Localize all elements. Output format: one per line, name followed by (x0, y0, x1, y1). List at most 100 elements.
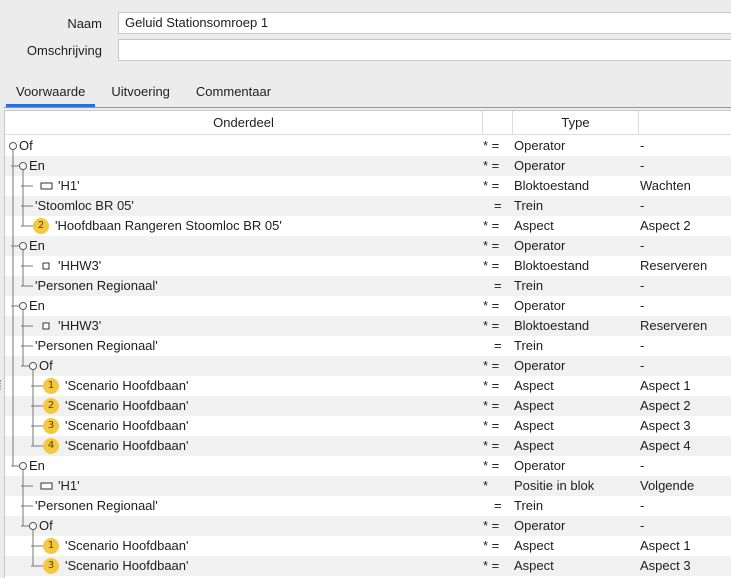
condition-label: 'H1' (58, 478, 80, 493)
cell-onderdeel: 'HHW3' (5, 316, 483, 336)
cell-onderdeel: En (5, 156, 483, 176)
cell-onderdeel: 3 'Scenario Hoofdbaan' (5, 416, 483, 436)
cell-onderdeel: 2 'Hoofdbaan Rangeren Stoomloc BR 05' (5, 216, 483, 236)
table-row[interactable]: En * = Operator - (5, 456, 731, 476)
cell-onderdeel: En (5, 456, 483, 476)
cell-onderdeel: 'H1' (5, 176, 483, 196)
cell-onderdeel: Of (5, 516, 483, 536)
table-row[interactable]: 3 'Scenario Hoofdbaan' * = Aspect Aspect 3 (5, 416, 731, 436)
cell-value: - (640, 338, 645, 353)
cell-value: - (640, 458, 645, 473)
table-row[interactable]: En * = Operator - (5, 236, 731, 256)
table-row[interactable]: 1 'Scenario Hoofdbaan' * = Aspect Aspect 1 (5, 376, 731, 396)
cell-value: - (640, 298, 645, 313)
cell-type: Bloktoestand (514, 178, 590, 193)
condition-table: Onderdeel Type Of * = Operator - En * = Operat… (4, 110, 731, 578)
cell-onderdeel: En (5, 236, 483, 256)
operator-node-label: En (29, 458, 45, 473)
cell-value: Aspect 2 (640, 398, 691, 413)
cell-compare: * = (483, 438, 500, 453)
resize-handle[interactable] (0, 380, 2, 390)
cell-compare: * = (483, 518, 500, 533)
condition-label: 'Stoomloc BR 05' (35, 198, 134, 213)
condition-label: 'H1' (58, 178, 80, 193)
cell-compare: * = (483, 318, 500, 333)
cell-onderdeel: 4 'Scenario Hoofdbaan' (5, 436, 483, 456)
table-row[interactable]: En * = Operator - (5, 296, 731, 316)
cell-value: - (640, 238, 645, 253)
naam-input[interactable]: Geluid Stationsomroep 1 (118, 12, 731, 34)
aspect-number-badge: 1 (43, 378, 59, 394)
cell-onderdeel: 'Personen Regionaal' (5, 276, 483, 296)
cell-value: - (640, 138, 645, 153)
cell-onderdeel: 'H1' (5, 476, 483, 496)
cell-value: - (640, 198, 645, 213)
cell-type: Operator (514, 298, 566, 313)
table-row[interactable]: 4 'Scenario Hoofdbaan' * = Aspect Aspect 4 (5, 436, 731, 456)
cell-compare: * = (483, 298, 500, 313)
tab-voorwaarde[interactable]: Voorwaarde (6, 80, 96, 107)
cell-value: Aspect 4 (640, 438, 691, 453)
column-header-type[interactable]: Type (513, 111, 639, 135)
tab-uitvoering[interactable]: Uitvoering (101, 80, 180, 106)
operator-node-label: Of (39, 518, 53, 533)
cell-value: - (640, 158, 645, 173)
table-row[interactable]: Of * = Operator - (5, 356, 731, 376)
cell-compare: * = (483, 358, 500, 373)
cell-type: Aspect (514, 398, 554, 413)
aspect-number-badge: 2 (43, 398, 59, 414)
cell-compare: * = (483, 538, 500, 553)
table-row[interactable]: Of * = Operator - (5, 516, 731, 536)
table-row[interactable]: 'HHW3' * = Bloktoestand Reserveren (5, 316, 731, 336)
cell-type: Positie in blok (514, 478, 595, 493)
condition-label: 'Scenario Hoofdbaan' (65, 378, 189, 393)
cell-value: Aspect 1 (640, 378, 691, 393)
aspect-number-badge: 4 (43, 438, 59, 454)
table-row[interactable]: En * = Operator - (5, 156, 731, 176)
table-row[interactable]: 'HHW3' * = Bloktoestand Reserveren (5, 256, 731, 276)
cell-compare: = (494, 498, 502, 513)
cell-compare: * = (483, 558, 500, 573)
cell-compare: * = (483, 238, 500, 253)
table-row[interactable]: 'Personen Regionaal' = Trein - (5, 496, 731, 516)
condition-label: 'Scenario Hoofdbaan' (65, 538, 189, 553)
table-row[interactable]: 1 'Scenario Hoofdbaan' * = Aspect Aspect 1 (5, 536, 731, 556)
cell-compare: * = (483, 398, 500, 413)
aspect-number-badge: 1 (43, 538, 59, 554)
condition-label: 'Personen Regionaal' (35, 338, 158, 353)
column-header-operator[interactable] (483, 111, 513, 135)
cell-type: Trein (514, 198, 544, 213)
cell-type: Bloktoestand (514, 258, 590, 273)
tab-bar: Voorwaarde Uitvoering Commentaar (6, 80, 285, 107)
cell-type: Aspect (514, 558, 554, 573)
cell-type: Aspect (514, 538, 554, 553)
table-row[interactable]: 'H1' * = Bloktoestand Wachten (5, 176, 731, 196)
cell-onderdeel: 1 'Scenario Hoofdbaan' (5, 536, 483, 556)
table-row[interactable]: 'Personen Regionaal' = Trein - (5, 276, 731, 296)
cell-type: Aspect (514, 418, 554, 433)
cell-onderdeel: 'Personen Regionaal' (5, 336, 483, 356)
tab-commentaar[interactable]: Commentaar (186, 80, 281, 106)
column-header-value[interactable] (639, 111, 731, 135)
condition-label: 'Hoofdbaan Rangeren Stoomloc BR 05' (55, 218, 282, 233)
table-row[interactable]: 'H1' * Positie in blok Volgende (5, 476, 731, 496)
table-row[interactable]: 'Stoomloc BR 05' = Trein - (5, 196, 731, 216)
table-row[interactable]: 3 'Scenario Hoofdbaan' * = Aspect Aspect 3 (5, 556, 731, 576)
cell-type: Aspect (514, 438, 554, 453)
column-header-onderdeel[interactable]: Onderdeel (5, 111, 483, 135)
naam-label: Naam (67, 15, 102, 31)
cell-value: - (640, 518, 645, 533)
table-row[interactable]: Of * = Operator - (5, 136, 731, 156)
cell-value: - (640, 278, 645, 293)
table-row[interactable]: 2 'Hoofdbaan Rangeren Stoomloc BR 05' * = A… (5, 216, 731, 236)
condition-label: 'Scenario Hoofdbaan' (65, 438, 189, 453)
table-row[interactable]: 'Personen Regionaal' = Trein - (5, 336, 731, 356)
cell-compare: = (494, 338, 502, 353)
table-row[interactable]: 2 'Scenario Hoofdbaan' * = Aspect Aspect 2 (5, 396, 731, 416)
omschrijving-input[interactable] (118, 39, 731, 61)
cell-value: Aspect 2 (640, 218, 691, 233)
cell-onderdeel: 'Stoomloc BR 05' (5, 196, 483, 216)
cell-type: Operator (514, 458, 566, 473)
cell-onderdeel: Of (5, 356, 483, 376)
operator-node-label: Of (39, 358, 53, 373)
